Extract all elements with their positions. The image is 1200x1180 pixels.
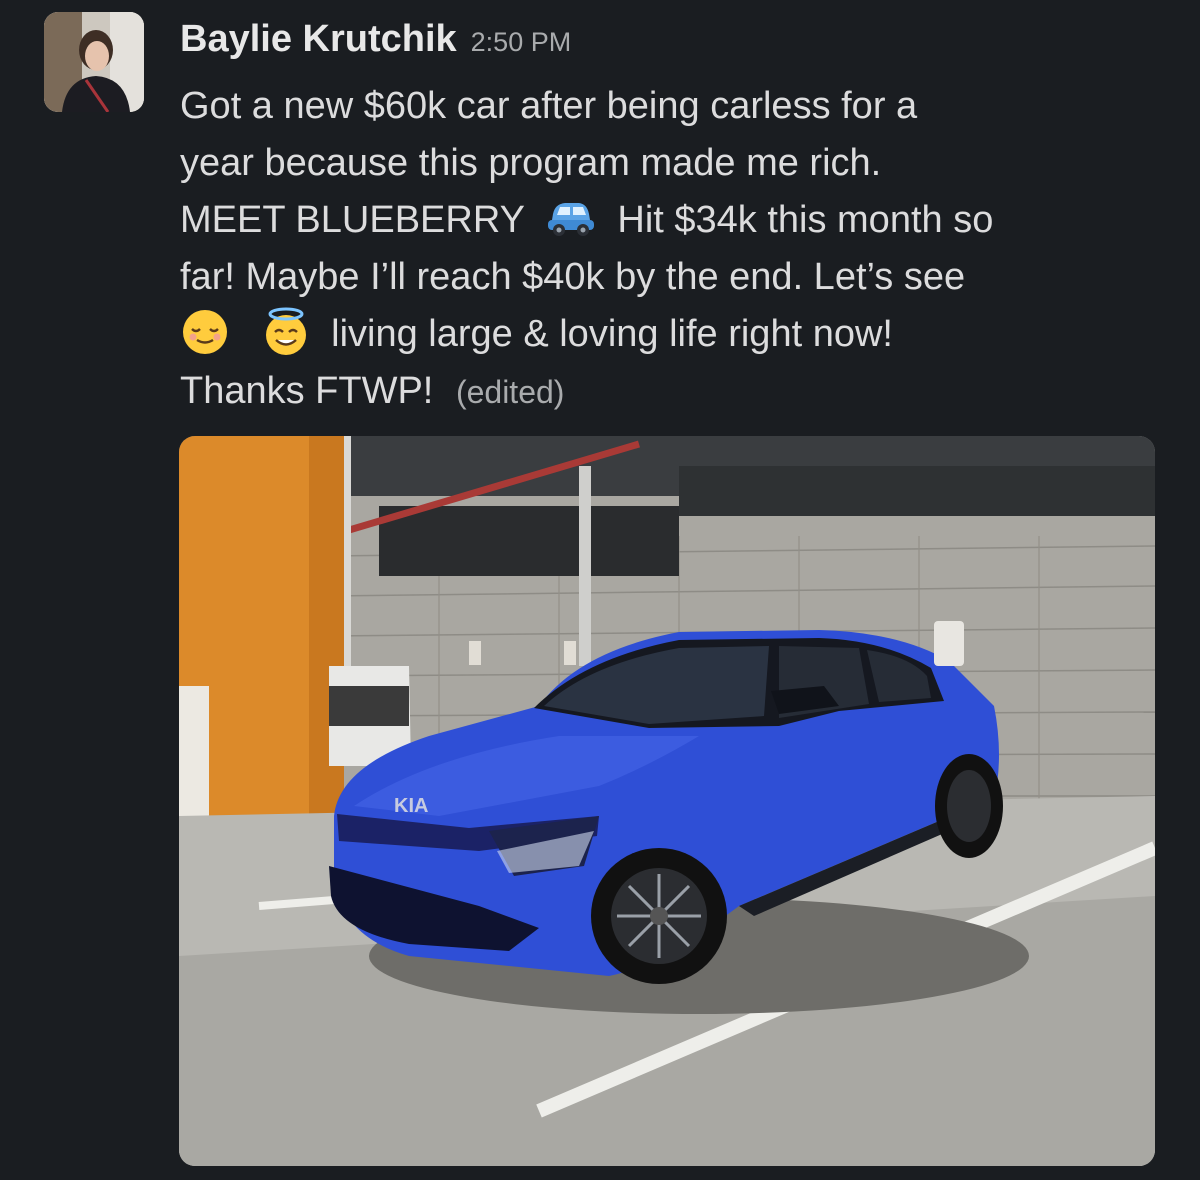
chat-message: Baylie Krutchik 2:50 PM Got a new $60k c… (0, 0, 1200, 1180)
message-line: Got a new $60k car after being carless f… (180, 85, 918, 127)
avatar[interactable] (44, 12, 144, 112)
car-logo: KIA (394, 795, 428, 817)
relieved-face-emoji (180, 307, 230, 357)
message-body: Got a new $60k car after being carless f… (180, 78, 1170, 420)
message-text: living large & loving life right now! (331, 313, 893, 355)
image-attachment[interactable]: KIA (179, 436, 1155, 1166)
message-line: MEET BLUEBERRY Hit $34k this month so (180, 192, 1170, 249)
message-text: Thanks FTWP! (180, 370, 434, 412)
author-name[interactable]: Baylie Krutchik (180, 18, 457, 61)
message-text: Hit $34k this month so (617, 199, 994, 241)
edited-label: (edited) (455, 374, 565, 410)
message-header: Baylie Krutchik 2:50 PM (180, 18, 571, 68)
message-line: year because this program made me rich. (180, 142, 882, 184)
message-line: Thanks FTWP! (edited) (180, 363, 1170, 420)
message-line: far! Maybe I’ll reach $40k by the end. L… (180, 256, 966, 298)
message-timestamp[interactable]: 2:50 PM (471, 27, 572, 58)
blue-car-emoji (545, 196, 597, 240)
smiling-face-with-halo-emoji (261, 306, 311, 358)
message-line: living large & loving life right now! (180, 306, 1170, 363)
message-text: MEET BLUEBERRY (180, 199, 525, 241)
